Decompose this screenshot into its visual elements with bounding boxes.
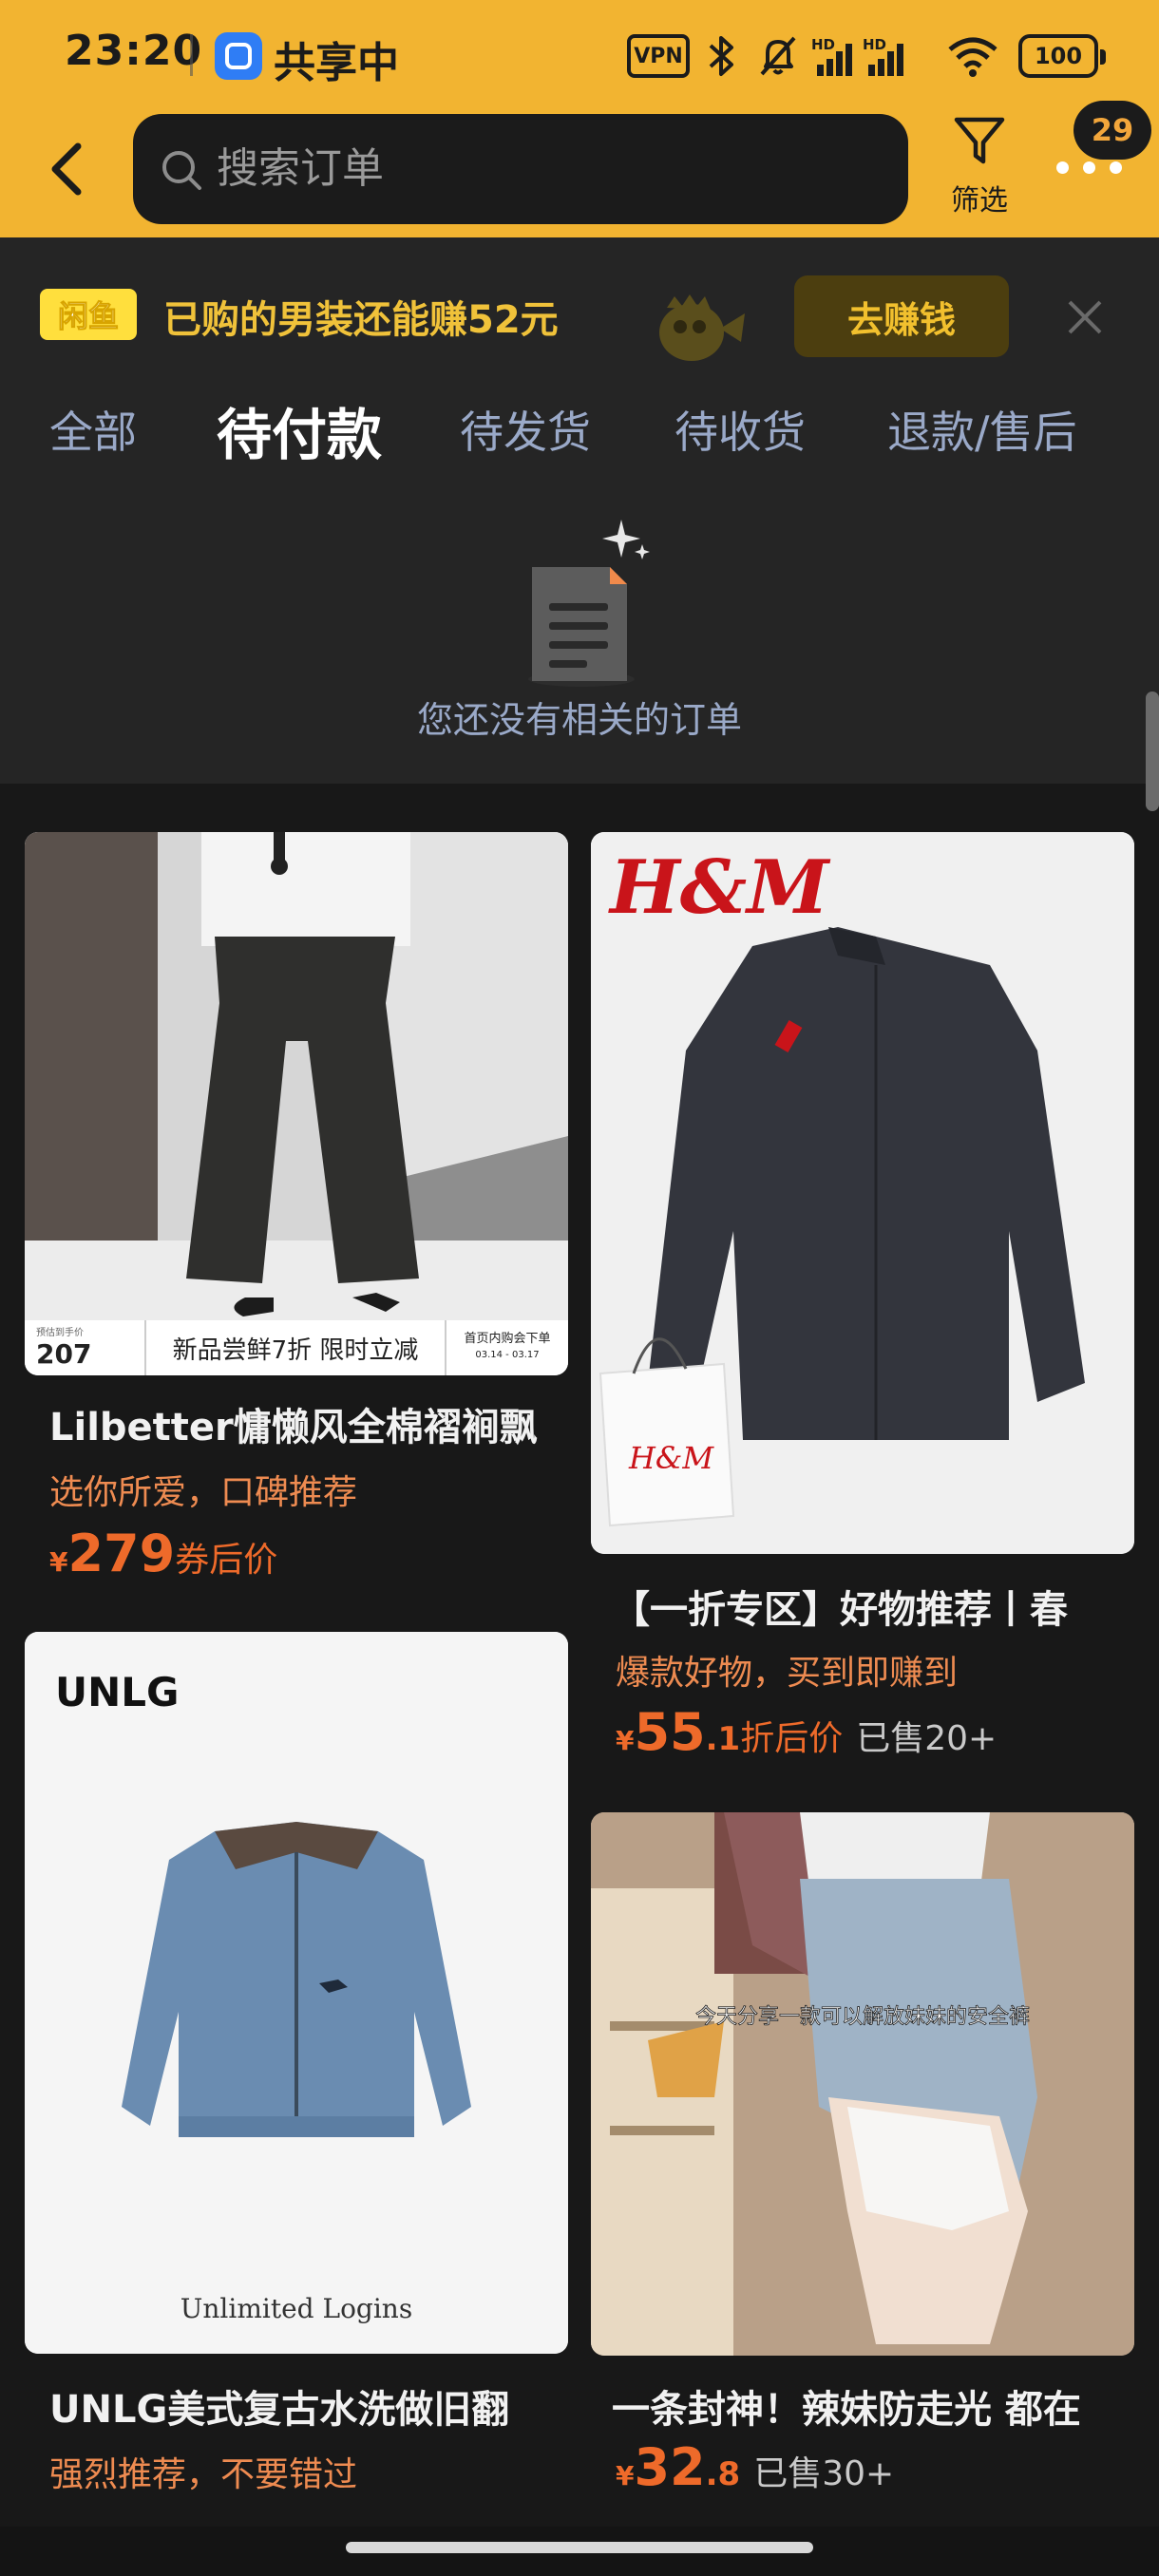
- event-dates: 03.14 - 03.17: [475, 1350, 540, 1360]
- screen-share-icon: [215, 32, 262, 80]
- price-overlay-strip: 预估到手价 207 新品尝鲜7折 限时立减 首页内购会下单 03.14 - 03…: [25, 1320, 568, 1375]
- earn-money-button[interactable]: 去赚钱: [794, 275, 1009, 357]
- product-subtitle: 爆款好物，买到即赚到: [616, 1654, 959, 1693]
- price-integer: 55: [634, 1702, 706, 1762]
- product-title: 【一折专区】好物推荐丨春: [612, 1588, 1068, 1632]
- filter-label: 筛选: [951, 184, 1008, 218]
- wifi-icon: [948, 37, 998, 77]
- brand-caption: Unlimited Logins: [180, 2293, 412, 2324]
- product-price: ¥32.8 已售30+: [616, 2437, 894, 2497]
- battery-icon: 100: [1018, 34, 1106, 78]
- product-image: H&M H&M: [591, 832, 1134, 1554]
- currency-symbol: ¥: [49, 1546, 68, 1578]
- empty-state-text: 您还没有相关的订单: [416, 699, 742, 741]
- product-card[interactable]: H&M H&M 【一折专区】好物推荐丨春 爆款好物，买到即赚到 ¥55.1折后价…: [591, 832, 1134, 1782]
- order-status-tabs: 全部 待付款 待发货 待收货 退款/售后: [0, 366, 1159, 489]
- price-decimal: .8: [705, 2455, 741, 2493]
- promo-overlay-text: 新品尝鲜7折 限时立减: [146, 1320, 446, 1375]
- bluetooth-icon: [709, 36, 733, 76]
- brand-logo: H&M: [608, 844, 831, 931]
- fish-mascot-icon: [659, 294, 745, 361]
- product-card[interactable]: 今天分享一款可以解放妹妹的安全裤 一条封神！辣妹防走光 都在 ¥32.8 已售30…: [591, 1812, 1134, 2534]
- tab-pending-payment[interactable]: 待付款: [217, 390, 382, 470]
- mute-icon: [760, 36, 796, 76]
- product-subtitle: 选你所爱，口碑推荐: [49, 1473, 358, 1512]
- video-caption: 今天分享一款可以解放妹妹的安全裤: [695, 2005, 1030, 2029]
- status-bar: 23:20 共享中 VPN HD HD 100: [0, 0, 1159, 112]
- shirt-photo: H&M H&M: [591, 832, 1134, 1554]
- product-title: Lilbetter慵懒风全棉褶裥飘: [49, 1406, 538, 1449]
- currency-symbol: ¥: [616, 2460, 635, 2491]
- status-divider: [190, 34, 193, 76]
- jacket-photo: UNLG Unlimited Logins: [25, 1632, 568, 2354]
- promo-banner[interactable]: 闲鱼 已购的男装还能赚52元 去赚钱: [0, 237, 1159, 366]
- pants-photo: [25, 832, 568, 1375]
- tab-refund-after-sales[interactable]: 退款/售后: [887, 398, 1077, 461]
- tab-pending-shipment[interactable]: 待发货: [460, 398, 591, 461]
- close-icon[interactable]: [1064, 296, 1106, 338]
- bag-brand: H&M: [628, 1440, 714, 1476]
- empty-state: 您还没有相关的订单: [0, 489, 1159, 784]
- svg-text:HD: HD: [811, 36, 835, 53]
- estimated-price-label: 预估到手价: [36, 1328, 84, 1338]
- top-header: 23:20 共享中 VPN HD HD 100 搜索订单 筛选 29: [0, 0, 1159, 237]
- tab-all[interactable]: 全部: [49, 398, 137, 461]
- product-title: UNLG美式复古水洗做旧翻: [49, 2388, 510, 2432]
- product-image: 今天分享一款可以解放妹妹的安全裤: [591, 1812, 1134, 2356]
- sharing-status: 共享中: [274, 39, 399, 87]
- price-suffix: 券后价: [175, 1541, 278, 1580]
- product-price: ¥279券后价: [49, 1524, 277, 1583]
- back-icon[interactable]: [40, 133, 97, 209]
- price-integer: 279: [67, 1524, 176, 1583]
- search-input[interactable]: [217, 137, 882, 199]
- currency-symbol: ¥: [616, 1725, 635, 1756]
- product-image: UNLG Unlimited Logins: [25, 1632, 568, 2354]
- order-search-bar[interactable]: [133, 114, 908, 224]
- promo-text: 已购的男装还能赚52元: [163, 298, 559, 342]
- status-time: 23:20: [65, 27, 203, 75]
- event-tag: 首页内购会下单: [464, 1332, 551, 1346]
- product-card[interactable]: 预估到手价 207 新品尝鲜7折 限时立减 首页内购会下单 03.14 - 03…: [25, 832, 568, 1620]
- message-count-badge[interactable]: 29: [1074, 101, 1151, 160]
- shorts-photo: 今天分享一款可以解放妹妹的安全裤: [591, 1812, 1134, 2356]
- xianyu-logo: 闲鱼: [40, 289, 137, 340]
- sold-count: 已售30+: [753, 2454, 895, 2493]
- product-title: 一条封神！辣妹防走光 都在: [612, 2388, 1081, 2432]
- estimated-price: 207: [36, 1338, 92, 1370]
- sold-count: 已售20+: [856, 1719, 998, 1758]
- price-suffix: 折后价: [740, 1719, 844, 1758]
- vpn-icon: VPN: [627, 34, 690, 78]
- tab-pending-receipt[interactable]: 待收货: [674, 398, 806, 461]
- document-icon: [528, 520, 650, 687]
- filter-icon: [954, 117, 1005, 164]
- product-image: 预估到手价 207 新品尝鲜7折 限时立减 首页内购会下单 03.14 - 03…: [25, 832, 568, 1375]
- product-card[interactable]: UNLG Unlimited Logins UNLG美式复古水洗做旧翻 强烈推荐…: [25, 1632, 568, 2544]
- svg-text:HD: HD: [863, 36, 886, 53]
- filter-button[interactable]: 筛选: [942, 114, 1016, 218]
- product-subtitle: 强烈推荐，不要错过: [49, 2455, 358, 2494]
- search-icon: [162, 151, 201, 190]
- product-price: ¥55.1折后价 已售20+: [616, 1702, 997, 1762]
- home-indicator[interactable]: [346, 2542, 813, 2553]
- scrollbar[interactable]: [1146, 691, 1159, 811]
- price-integer: 32: [634, 2437, 706, 2497]
- signal-icon: HD HD: [811, 36, 903, 76]
- price-decimal: .1: [705, 1720, 741, 1758]
- brand-logo: UNLG: [55, 1669, 180, 1715]
